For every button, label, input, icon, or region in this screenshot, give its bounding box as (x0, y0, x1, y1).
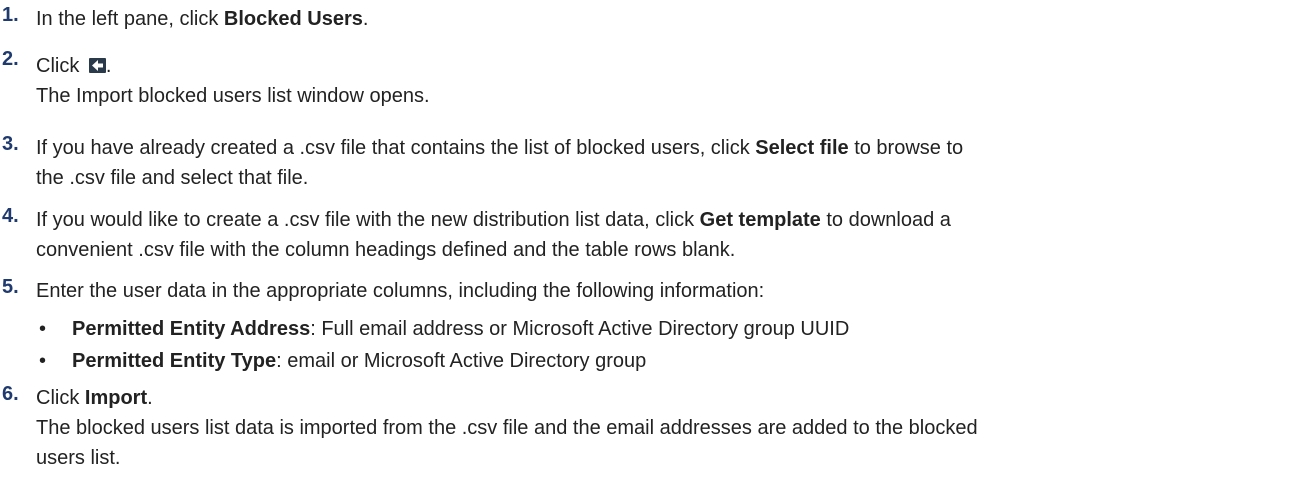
text-segment: If you would like to create a .csv file … (36, 209, 700, 231)
step-result-continued: users list. (36, 447, 121, 469)
step-number: 5. (2, 276, 19, 298)
text-segment: . (147, 387, 153, 409)
ui-term-permitted-entity-address: Permitted Entity Address (72, 318, 311, 340)
bullet-text: Permitted Entity Address: Full email add… (72, 314, 1300, 344)
bullet-marker: • (39, 318, 47, 340)
step-text-continued: convenient .csv file with the column hea… (36, 239, 736, 261)
step-result: The Import blocked users list window ope… (36, 85, 430, 107)
text-segment: : email or Microsoft Active Directory gr… (276, 350, 647, 372)
step-result: The blocked users list data is imported … (36, 417, 978, 439)
text-segment: . (105, 55, 112, 77)
step-number: 3. (2, 133, 19, 155)
step-text: If you would like to create a .csv file … (36, 205, 1300, 235)
step-number: 6. (2, 383, 19, 405)
text-segment: Click (36, 387, 85, 409)
step-text: Click Import. (36, 383, 1300, 413)
text-segment: In the left pane, click (36, 8, 224, 30)
text-segment: to browse to (848, 137, 964, 159)
bullet-text: Permitted Entity Type: email or Microsof… (72, 346, 1300, 376)
bullet-item: • Permitted Entity Address: Full email a… (36, 314, 1300, 344)
text-segment: to download a (820, 209, 951, 231)
import-icon (88, 58, 106, 73)
step-text: Enter the user data in the appropriate c… (36, 280, 765, 302)
text-segment: Click (36, 55, 85, 77)
step-text: If you have already created a .csv file … (36, 133, 1300, 163)
ui-term-get-template: Get template (699, 209, 821, 231)
ui-term-select-file: Select file (755, 137, 849, 159)
text-segment: If you have already created a .csv file … (36, 137, 756, 159)
step-text: In the left pane, click Blocked Users. (36, 4, 1300, 34)
step-number: 4. (2, 205, 19, 227)
bullet-item: • Permitted Entity Type: email or Micros… (36, 346, 1300, 376)
procedure-steps: 1. In the left pane, click Blocked Users… (0, 0, 1314, 483)
text-segment: : Full email address or Microsoft Active… (310, 318, 850, 340)
ui-term-import: Import (84, 387, 148, 409)
bullet-marker: • (39, 350, 47, 372)
step-text: Click . (36, 48, 1300, 81)
step-number: 2. (2, 48, 19, 70)
ui-term-permitted-entity-type: Permitted Entity Type (72, 350, 277, 372)
step-number: 1. (2, 4, 19, 26)
text-segment: . (362, 8, 369, 30)
step-text-continued: the .csv file and select that file. (36, 167, 309, 189)
ui-term-blocked-users: Blocked Users (223, 8, 363, 30)
